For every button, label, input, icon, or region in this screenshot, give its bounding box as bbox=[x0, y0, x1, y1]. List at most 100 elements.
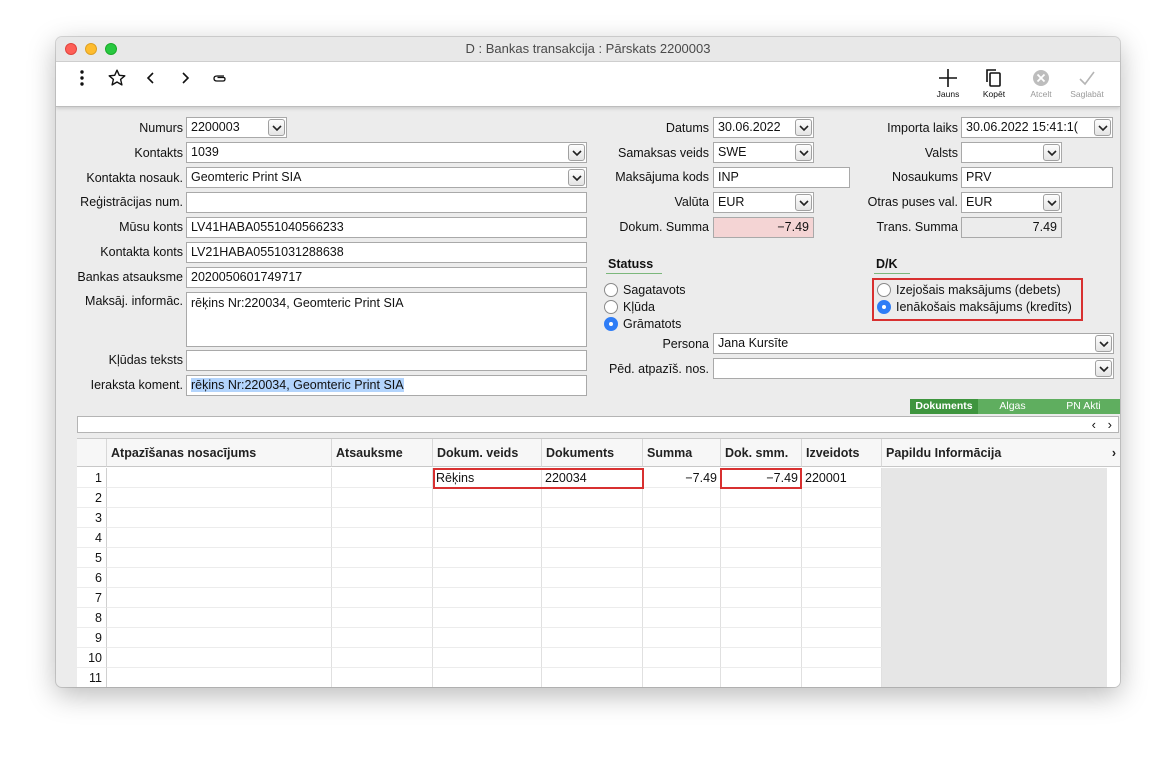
cell-izveidots[interactable] bbox=[802, 508, 882, 528]
more-vertical-icon[interactable] bbox=[72, 68, 92, 88]
cell-atsauksme[interactable] bbox=[332, 528, 433, 548]
statuss-option-sagatavots[interactable]: Sagatavots bbox=[604, 283, 686, 297]
cell-atsauksme[interactable] bbox=[332, 668, 433, 687]
cell-dok-smm[interactable] bbox=[721, 608, 802, 628]
tab-dokuments[interactable]: Dokuments bbox=[910, 399, 978, 414]
cell-summa[interactable] bbox=[643, 628, 721, 648]
cell-izveidots[interactable] bbox=[802, 548, 882, 568]
kontakta-nosauk-field[interactable]: Geomteric Print SIA bbox=[186, 167, 587, 188]
cell-dokum-veids[interactable] bbox=[433, 668, 542, 687]
cell-dokuments[interactable] bbox=[542, 608, 643, 628]
cell-izveidots[interactable] bbox=[802, 628, 882, 648]
cell-summa[interactable] bbox=[643, 568, 721, 588]
cell-dokum-veids[interactable] bbox=[433, 508, 542, 528]
cell-dokum-veids[interactable] bbox=[433, 528, 542, 548]
kontakta-nosauk-dropdown-button[interactable] bbox=[568, 169, 585, 186]
cell-atsauksme[interactable] bbox=[332, 588, 433, 608]
cell-dokuments[interactable] bbox=[542, 508, 643, 528]
scroll-right-button[interactable]: › bbox=[1108, 417, 1112, 432]
cell-summa[interactable] bbox=[643, 488, 721, 508]
cancel-button[interactable]: Atcelt bbox=[1019, 67, 1063, 103]
datums-field[interactable]: 30.06.2022 bbox=[713, 117, 814, 138]
valuta-dropdown-button[interactable] bbox=[795, 194, 812, 211]
cell-atpazisanas[interactable] bbox=[107, 628, 332, 648]
new-button[interactable]: Jauns bbox=[926, 67, 970, 103]
cell-atpazisanas[interactable] bbox=[107, 548, 332, 568]
importa-laiks-dropdown-button[interactable] bbox=[1094, 119, 1111, 136]
cell-atsauksme[interactable] bbox=[332, 608, 433, 628]
cell-dok-smm[interactable] bbox=[721, 588, 802, 608]
grid-header-papildu[interactable]: Papildu Informācija › bbox=[882, 439, 1120, 467]
cell-atpazisanas[interactable] bbox=[107, 488, 332, 508]
cell-dokuments[interactable] bbox=[542, 548, 643, 568]
maksaj-informac-textarea[interactable]: rēķins Nr:220034, Geomteric Print SIA bbox=[186, 292, 587, 347]
cell-summa[interactable]: −7.49 bbox=[643, 468, 721, 488]
tab-pn-akti[interactable]: PN Akti bbox=[1047, 399, 1120, 414]
cell-atpazisanas[interactable] bbox=[107, 528, 332, 548]
scroll-left-button[interactable]: ‹ bbox=[1092, 417, 1096, 432]
nosaukums-field[interactable]: PRV bbox=[961, 167, 1113, 188]
cell-atsauksme[interactable] bbox=[332, 568, 433, 588]
otras-puses-val-dropdown-button[interactable] bbox=[1043, 194, 1060, 211]
cell-izveidots[interactable] bbox=[802, 528, 882, 548]
cell-atpazisanas[interactable] bbox=[107, 648, 332, 668]
cell-summa[interactable] bbox=[643, 648, 721, 668]
cell-atsauksme[interactable] bbox=[332, 548, 433, 568]
cell-izveidots[interactable] bbox=[802, 488, 882, 508]
tab-algas[interactable]: Algas bbox=[978, 399, 1047, 414]
dokum-summa-field[interactable]: −7.49 bbox=[713, 217, 814, 238]
cell-dok-smm[interactable] bbox=[721, 528, 802, 548]
cell-dok-smm[interactable] bbox=[721, 488, 802, 508]
cell-atpazisanas[interactable] bbox=[107, 668, 332, 687]
kontakts-dropdown-button[interactable] bbox=[568, 144, 585, 161]
cell-izveidots[interactable]: 220001 bbox=[802, 468, 882, 488]
cell-atpazisanas[interactable] bbox=[107, 468, 332, 488]
cell-dokum-veids[interactable] bbox=[433, 568, 542, 588]
bankas-atsauksme-field[interactable]: 2020050601749717 bbox=[186, 267, 587, 288]
grid-header-izveidots[interactable]: Izveidots bbox=[802, 439, 882, 467]
grid-header-atpazisanas[interactable]: Atpazīšanas nosacījums bbox=[107, 439, 332, 467]
cell-dokuments[interactable] bbox=[542, 488, 643, 508]
cell-dokum-veids[interactable] bbox=[433, 548, 542, 568]
cell-izveidots[interactable] bbox=[802, 588, 882, 608]
cell-dok-smm[interactable] bbox=[721, 648, 802, 668]
grid-header-summa[interactable]: Summa bbox=[643, 439, 721, 467]
cell-izveidots[interactable] bbox=[802, 608, 882, 628]
cell-dokuments[interactable] bbox=[542, 568, 643, 588]
kludas-teksts-field[interactable] bbox=[186, 350, 587, 371]
cell-dok-smm[interactable] bbox=[721, 568, 802, 588]
cell-atsauksme[interactable] bbox=[332, 468, 433, 488]
cell-dokuments[interactable] bbox=[542, 648, 643, 668]
cell-dok-smm[interactable] bbox=[721, 628, 802, 648]
grid-header-dok-smm[interactable]: Dok. smm. bbox=[721, 439, 802, 467]
cell-atsauksme[interactable] bbox=[332, 648, 433, 668]
persona-field[interactable]: Jana Kursīte bbox=[713, 333, 1114, 354]
cell-dokum-veids[interactable] bbox=[433, 628, 542, 648]
valsts-dropdown-button[interactable] bbox=[1043, 144, 1060, 161]
cell-atsauksme[interactable] bbox=[332, 508, 433, 528]
cell-dok-smm[interactable] bbox=[721, 508, 802, 528]
cell-atsauksme[interactable] bbox=[332, 628, 433, 648]
cell-dokuments[interactable] bbox=[542, 528, 643, 548]
statuss-option-gramatots[interactable]: Grāmatots bbox=[604, 317, 681, 331]
dk-option-debets[interactable]: Izejošais maksājums (debets) bbox=[877, 283, 1061, 297]
valsts-field[interactable] bbox=[961, 142, 1062, 163]
cell-summa[interactable] bbox=[643, 608, 721, 628]
samaksas-veids-field[interactable]: SWE bbox=[713, 142, 814, 163]
chevron-left-icon[interactable] bbox=[141, 68, 161, 88]
kontakts-field[interactable]: 1039 bbox=[186, 142, 587, 163]
cell-dokuments[interactable] bbox=[542, 668, 643, 687]
musu-konts-field[interactable]: LV41HABA0551040566233 bbox=[186, 217, 587, 238]
ped-atpazis-nos-field[interactable] bbox=[713, 358, 1114, 379]
cell-dokum-veids[interactable] bbox=[433, 648, 542, 668]
cell-dokuments[interactable] bbox=[542, 588, 643, 608]
statuss-option-kluda[interactable]: Kļūda bbox=[604, 300, 655, 314]
cell-dok-smm[interactable] bbox=[721, 668, 802, 687]
cell-izveidots[interactable] bbox=[802, 648, 882, 668]
cell-summa[interactable] bbox=[643, 548, 721, 568]
ped-atpazis-nos-dropdown-button[interactable] bbox=[1095, 360, 1112, 377]
maksajuma-kods-field[interactable]: INP bbox=[713, 167, 850, 188]
ieraksta-koment-field[interactable]: rēķins Nr:220034, Geomteric Print SIA bbox=[186, 375, 587, 396]
cell-izveidots[interactable] bbox=[802, 668, 882, 687]
grid-header-atsauksme[interactable]: Atsauksme bbox=[332, 439, 433, 467]
